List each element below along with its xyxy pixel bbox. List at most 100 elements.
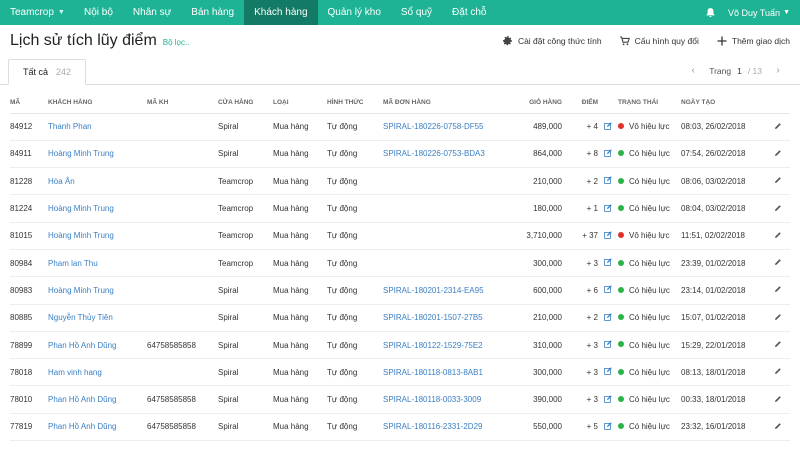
customer-link[interactable]: Hoàng Minh Trung	[48, 204, 114, 213]
nav-item[interactable]: Đặt chỗ	[442, 0, 496, 25]
status-dot	[618, 259, 624, 266]
pencil-icon[interactable]	[774, 204, 782, 212]
cell-cart: 600,000	[498, 276, 562, 305]
cell-points: + 4	[562, 113, 598, 141]
add-transaction-button[interactable]: Thêm giao dịch	[717, 36, 790, 46]
cell-note	[598, 385, 618, 414]
cell-type: Mua hàng	[273, 276, 327, 305]
note-edit-icon[interactable]	[604, 258, 612, 266]
note-edit-icon[interactable]	[604, 149, 612, 157]
cell-id: 78018	[10, 358, 48, 387]
order-link[interactable]: SPIRAL-180118-0813-8AB1	[383, 368, 483, 377]
cell-mode: Tự động	[327, 140, 383, 169]
cell-cart: 864,000	[498, 140, 562, 169]
filter-link[interactable]: Bộ lọc..	[163, 38, 190, 47]
nav-item[interactable]: Bán hàng	[181, 0, 244, 25]
pencil-icon[interactable]	[774, 367, 782, 375]
brand-menu[interactable]: Teamcrop ▼	[0, 0, 74, 25]
nav-item[interactable]: Sổ quỹ	[391, 0, 442, 25]
pencil-icon[interactable]	[774, 176, 782, 184]
pencil-icon[interactable]	[774, 149, 782, 157]
status-dot	[618, 204, 624, 211]
customer-link[interactable]: Ham vinh hang	[48, 368, 102, 377]
cell-cart: 310,000	[498, 331, 562, 360]
cell-customer: Ham vinh hang	[48, 358, 147, 387]
order-link[interactable]: SPIRAL-180226-0758-DF55	[383, 122, 484, 131]
column-header: MÃ ĐƠN HÀNG	[383, 93, 498, 114]
pencil-icon[interactable]	[774, 285, 782, 293]
cell-customer: Phan Hồ Anh Dũng	[48, 331, 147, 360]
tab-all[interactable]: Tất cả 242	[8, 59, 87, 85]
order-link[interactable]: SPIRAL-180122-1529-75E2	[383, 341, 483, 350]
order-link[interactable]: SPIRAL-180201-2314-EA95	[383, 286, 484, 295]
cell-status: Có hiệu lực	[618, 167, 681, 196]
note-edit-icon[interactable]	[604, 176, 612, 185]
customer-link[interactable]: Thanh Phan	[48, 122, 92, 131]
next-page-icon[interactable]: ›	[768, 65, 788, 76]
status-dot	[618, 232, 624, 239]
customer-link[interactable]: Phan Hồ Anh Dũng	[48, 341, 117, 350]
pencil-icon[interactable]	[774, 258, 782, 266]
nav-item[interactable]: Nhân sự	[123, 0, 181, 25]
prev-page-icon[interactable]: ‹	[683, 65, 703, 76]
cell-mode: Tự động	[327, 249, 383, 278]
pencil-icon[interactable]	[774, 313, 782, 321]
user-menu[interactable]: Võ Duy Tuấn ▼	[728, 8, 790, 18]
note-edit-icon[interactable]	[604, 340, 612, 348]
cell-status: Có hiệu lực	[618, 385, 681, 414]
order-link[interactable]: SPIRAL-180201-1507-27B5	[383, 313, 483, 322]
status-dot	[618, 314, 624, 321]
page-title: Lịch sử tích lũy điểm	[10, 32, 157, 49]
bell-icon[interactable]	[704, 7, 716, 19]
note-edit-icon[interactable]	[604, 367, 612, 376]
status-dot	[618, 396, 624, 402]
customer-link[interactable]: Hoàng Minh Trung	[48, 286, 114, 295]
customer-link[interactable]: Hoàng Minh Trung	[48, 149, 114, 158]
nav-item[interactable]: Nội bộ	[74, 0, 123, 25]
note-edit-icon[interactable]	[604, 422, 612, 430]
cell-status: Có hiệu lực	[618, 249, 681, 278]
exchange-config-button[interactable]: Cấu hình quy đổi	[619, 36, 699, 46]
cell-cart: 210,000	[498, 167, 562, 196]
status-label: Có hiệu lực	[629, 367, 670, 377]
cell-status: Có hiệu lực	[618, 331, 681, 360]
order-link[interactable]: SPIRAL-180118-0033-3009	[383, 395, 481, 404]
user-name: Võ Duy Tuấn	[728, 7, 781, 18]
pencil-icon[interactable]	[774, 422, 782, 430]
table-row: 81015 Hoàng Minh Trung Teamcrop Mua hàng Tự …	[10, 222, 790, 250]
pencil-icon[interactable]	[774, 395, 782, 403]
tab-row: Tất cả 242 ‹ Trang 1 / 13 ›	[0, 59, 800, 85]
formula-settings-button[interactable]: Cài đặt công thức tính	[502, 36, 602, 46]
cell-order	[383, 222, 498, 250]
cell-status: Có hiệu lực	[618, 276, 681, 305]
note-edit-icon[interactable]	[604, 394, 612, 403]
pencil-icon[interactable]	[774, 340, 782, 348]
nav-item[interactable]: Quản lý kho	[318, 0, 391, 25]
pencil-icon[interactable]	[774, 231, 782, 239]
note-edit-icon[interactable]	[604, 203, 612, 212]
customer-link[interactable]: Phan Hồ Anh Dũng	[48, 422, 117, 431]
cell-id: 81224	[10, 194, 48, 223]
nav-item[interactable]: Khách hàng	[244, 0, 318, 25]
customer-link[interactable]: Nguyễn Thủy Tiên	[48, 313, 113, 322]
cell-type: Mua hàng	[273, 113, 327, 141]
cell-cart: 390,000	[498, 385, 562, 414]
note-edit-icon[interactable]	[604, 121, 612, 130]
customer-link[interactable]: Pham lan Thu	[48, 259, 98, 268]
points-history-table: MÃ KHÁCH HÀNG MÃ KH CỬA HÀNG LOẠI HÌNH THỨC MÃ…	[10, 93, 790, 442]
pencil-icon[interactable]	[774, 122, 782, 130]
cell-customer: Hòa Ân	[48, 167, 147, 196]
note-edit-icon[interactable]	[604, 285, 612, 294]
order-link[interactable]: SPIRAL-180226-0753-BDA3	[383, 149, 485, 158]
customer-link[interactable]: Hoàng Minh Trung	[48, 231, 114, 240]
status-dot	[618, 123, 624, 130]
column-header: HÌNH THỨC	[327, 93, 383, 114]
cell-order	[383, 167, 498, 196]
note-edit-icon[interactable]	[604, 231, 612, 239]
cell-customer-code	[147, 113, 218, 141]
note-edit-icon[interactable]	[604, 313, 612, 321]
cell-customer: Hoàng Minh Trung	[48, 222, 147, 250]
customer-link[interactable]: Phan Hồ Anh Dũng	[48, 395, 117, 404]
order-link[interactable]: SPIRAL-180116-2331-2D29	[383, 422, 482, 431]
customer-link[interactable]: Hòa Ân	[48, 177, 75, 186]
